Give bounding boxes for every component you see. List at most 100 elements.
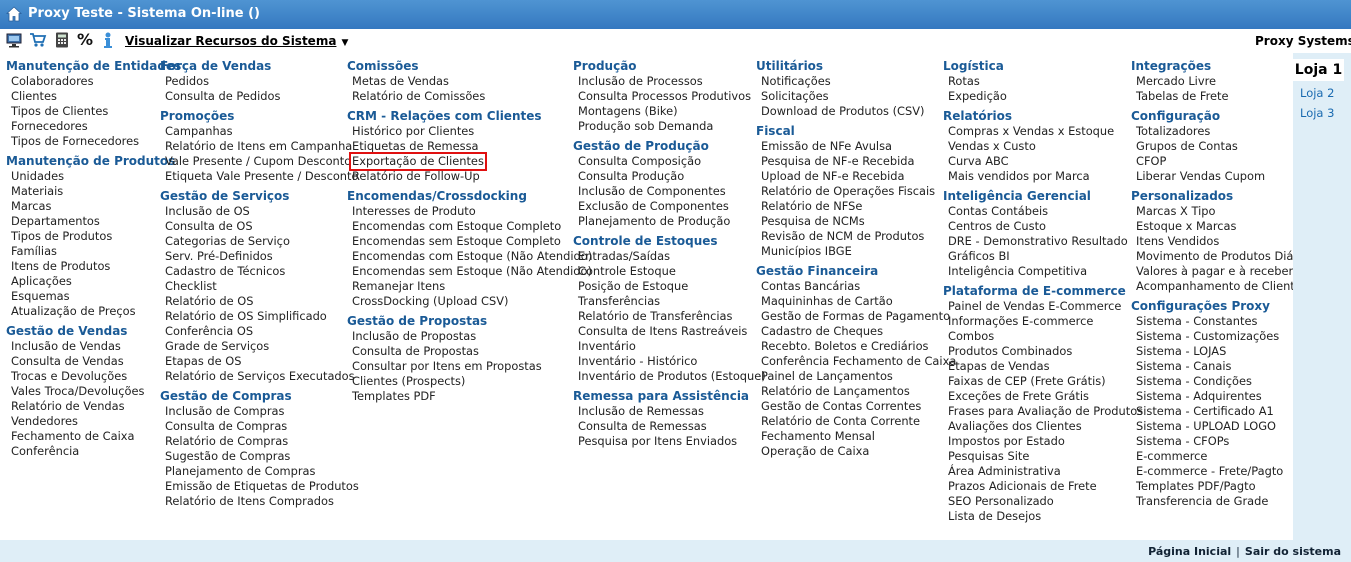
menu-item[interactable]: Cadastro de Cheques bbox=[756, 324, 956, 339]
menu-item[interactable]: DRE - Demonstrativo Resultado bbox=[943, 234, 1143, 249]
menu-item[interactable]: Notificações bbox=[756, 74, 956, 89]
menu-item[interactable]: Vales Troca/Devoluções bbox=[6, 384, 181, 399]
view-resources-menu[interactable]: Visualizar Recursos do Sistema ▼ bbox=[125, 33, 348, 51]
menu-item[interactable]: Etiquetas de Remessa bbox=[347, 139, 592, 154]
menu-item[interactable]: Pesquisa de NF-e Recebida bbox=[756, 154, 956, 169]
menu-item[interactable]: Tabelas de Frete bbox=[1131, 89, 1308, 104]
menu-item[interactable]: Encomendas sem Estoque Completo bbox=[347, 234, 592, 249]
menu-item[interactable]: Pedidos bbox=[160, 74, 359, 89]
menu-item[interactable]: Rotas bbox=[943, 74, 1143, 89]
menu-item[interactable]: Clientes bbox=[6, 89, 181, 104]
menu-item[interactable]: Encomendas com Estoque Completo bbox=[347, 219, 592, 234]
info-icon[interactable] bbox=[99, 31, 117, 49]
menu-item[interactable]: Fechamento de Caixa bbox=[6, 429, 181, 444]
menu-item[interactable]: Consulta de OS bbox=[160, 219, 359, 234]
menu-item[interactable]: Fechamento Mensal bbox=[756, 429, 956, 444]
cart-icon[interactable] bbox=[29, 31, 47, 49]
menu-item[interactable]: Operação de Caixa bbox=[756, 444, 956, 459]
home-link[interactable]: Página Inicial bbox=[1148, 545, 1231, 558]
menu-item[interactable]: Tipos de Clientes bbox=[6, 104, 181, 119]
menu-item[interactable]: Vale Presente / Cupom Desconto bbox=[160, 154, 359, 169]
menu-item[interactable]: Pesquisa por Itens Enviados bbox=[573, 434, 766, 449]
menu-item[interactable]: Consulta de Remessas bbox=[573, 419, 766, 434]
menu-item[interactable]: Famílias bbox=[6, 244, 181, 259]
menu-item[interactable]: Metas de Vendas bbox=[347, 74, 592, 89]
menu-item[interactable]: Conferência OS bbox=[160, 324, 359, 339]
menu-item[interactable]: Aplicações bbox=[6, 274, 181, 289]
menu-item[interactable]: Itens Vendidos bbox=[1131, 234, 1308, 249]
menu-item[interactable]: Unidades bbox=[6, 169, 181, 184]
menu-item[interactable]: Planejamento de Produção bbox=[573, 214, 766, 229]
menu-item[interactable]: Relatório de Vendas bbox=[6, 399, 181, 414]
menu-item[interactable]: Recebto. Boletos e Crediários bbox=[756, 339, 956, 354]
menu-item[interactable]: Trocas e Devoluções bbox=[6, 369, 181, 384]
menu-item[interactable]: Consulta Processos Produtivos bbox=[573, 89, 766, 104]
menu-item[interactable]: Vendedores bbox=[6, 414, 181, 429]
menu-item[interactable]: Consulta de Vendas bbox=[6, 354, 181, 369]
menu-item[interactable]: Esquemas bbox=[6, 289, 181, 304]
menu-item[interactable]: Centros de Custo bbox=[943, 219, 1143, 234]
menu-item[interactable]: Produtos Combinados bbox=[943, 344, 1143, 359]
menu-item[interactable]: Relatório de NFSe bbox=[756, 199, 956, 214]
menu-item[interactable]: Materiais bbox=[6, 184, 181, 199]
menu-item[interactable]: Gestão de Contas Correntes bbox=[756, 399, 956, 414]
menu-item[interactable]: Gestão de Formas de Pagamento bbox=[756, 309, 956, 324]
menu-item[interactable]: Frases para Avaliação de Produtos bbox=[943, 404, 1143, 419]
menu-item[interactable]: Sistema - Certificado A1 bbox=[1131, 404, 1308, 419]
menu-item[interactable]: CFOP bbox=[1131, 154, 1308, 169]
menu-item[interactable]: Combos bbox=[943, 329, 1143, 344]
menu-item[interactable]: Curva ABC bbox=[943, 154, 1143, 169]
menu-item[interactable]: Inclusão de Vendas bbox=[6, 339, 181, 354]
menu-item[interactable]: E-commerce - Frete/Pagto bbox=[1131, 464, 1308, 479]
menu-item[interactable]: Sistema - CFOPs bbox=[1131, 434, 1308, 449]
menu-item[interactable]: Planejamento de Compras bbox=[160, 464, 359, 479]
menu-item[interactable]: Montagens (Bike) bbox=[573, 104, 766, 119]
tab-loja-2[interactable]: Loja 2 bbox=[1300, 86, 1334, 100]
menu-item[interactable]: Inteligência Competitiva bbox=[943, 264, 1143, 279]
menu-item[interactable]: Emissão de NFe Avulsa bbox=[756, 139, 956, 154]
menu-item[interactable]: Acompanhamento de Clientes bbox=[1131, 279, 1308, 294]
menu-item[interactable]: Solicitações bbox=[756, 89, 956, 104]
menu-item[interactable]: Inventário de Produtos (Estoque) bbox=[573, 369, 766, 384]
menu-item[interactable]: Produção sob Demanda bbox=[573, 119, 766, 134]
menu-item[interactable]: Inclusão de Remessas bbox=[573, 404, 766, 419]
menu-item[interactable]: Colaboradores bbox=[6, 74, 181, 89]
menu-item[interactable]: Inclusão de OS bbox=[160, 204, 359, 219]
menu-item[interactable]: Marcas X Tipo bbox=[1131, 204, 1308, 219]
menu-item[interactable]: Interesses de Produto bbox=[347, 204, 592, 219]
menu-item[interactable]: Movimento de Produtos Diário bbox=[1131, 249, 1308, 264]
menu-item[interactable]: Consulta de Compras bbox=[160, 419, 359, 434]
menu-item[interactable]: Clientes (Prospects) bbox=[347, 374, 592, 389]
menu-item[interactable]: Download de Produtos (CSV) bbox=[756, 104, 956, 119]
menu-item[interactable]: Liberar Vendas Cupom bbox=[1131, 169, 1308, 184]
menu-item[interactable]: Categorias de Serviço bbox=[160, 234, 359, 249]
menu-item[interactable]: Relatório de Conta Corrente bbox=[756, 414, 956, 429]
menu-item-exportacao-clientes[interactable]: Exportação de Clientes bbox=[347, 152, 592, 171]
menu-item[interactable]: Atualização de Preços bbox=[6, 304, 181, 319]
menu-item[interactable]: Totalizadores bbox=[1131, 124, 1308, 139]
menu-item[interactable]: Maquininhas de Cartão bbox=[756, 294, 956, 309]
menu-item[interactable]: Revisão de NCM de Produtos bbox=[756, 229, 956, 244]
menu-item[interactable]: Área Administrativa bbox=[943, 464, 1143, 479]
menu-item[interactable]: Painel de Vendas E-Commerce bbox=[943, 299, 1143, 314]
menu-item[interactable]: Inclusão de Processos bbox=[573, 74, 766, 89]
menu-item[interactable]: Sistema - Adquirentes bbox=[1131, 389, 1308, 404]
menu-item[interactable]: Relatório de Comissões bbox=[347, 89, 592, 104]
menu-item[interactable]: Inventário - Histórico bbox=[573, 354, 766, 369]
menu-item[interactable]: Consulta Composição bbox=[573, 154, 766, 169]
menu-item[interactable]: Controle Estoque bbox=[573, 264, 766, 279]
menu-item[interactable]: Contas Bancárias bbox=[756, 279, 956, 294]
menu-item[interactable]: Posição de Estoque bbox=[573, 279, 766, 294]
menu-item[interactable]: Faixas de CEP (Frete Grátis) bbox=[943, 374, 1143, 389]
menu-item[interactable]: Compras x Vendas x Estoque bbox=[943, 124, 1143, 139]
menu-item[interactable]: Sistema - Customizações bbox=[1131, 329, 1308, 344]
percent-icon[interactable]: % bbox=[76, 31, 94, 49]
menu-item[interactable]: Gráficos BI bbox=[943, 249, 1143, 264]
menu-item[interactable]: Serv. Pré-Definidos bbox=[160, 249, 359, 264]
menu-item[interactable]: Vendas x Custo bbox=[943, 139, 1143, 154]
menu-item[interactable]: Informações E-commerce bbox=[943, 314, 1143, 329]
menu-item[interactable]: Checklist bbox=[160, 279, 359, 294]
menu-item[interactable]: Consulta de Propostas bbox=[347, 344, 592, 359]
menu-item[interactable]: Departamentos bbox=[6, 214, 181, 229]
menu-item[interactable]: Inclusão de Componentes bbox=[573, 184, 766, 199]
